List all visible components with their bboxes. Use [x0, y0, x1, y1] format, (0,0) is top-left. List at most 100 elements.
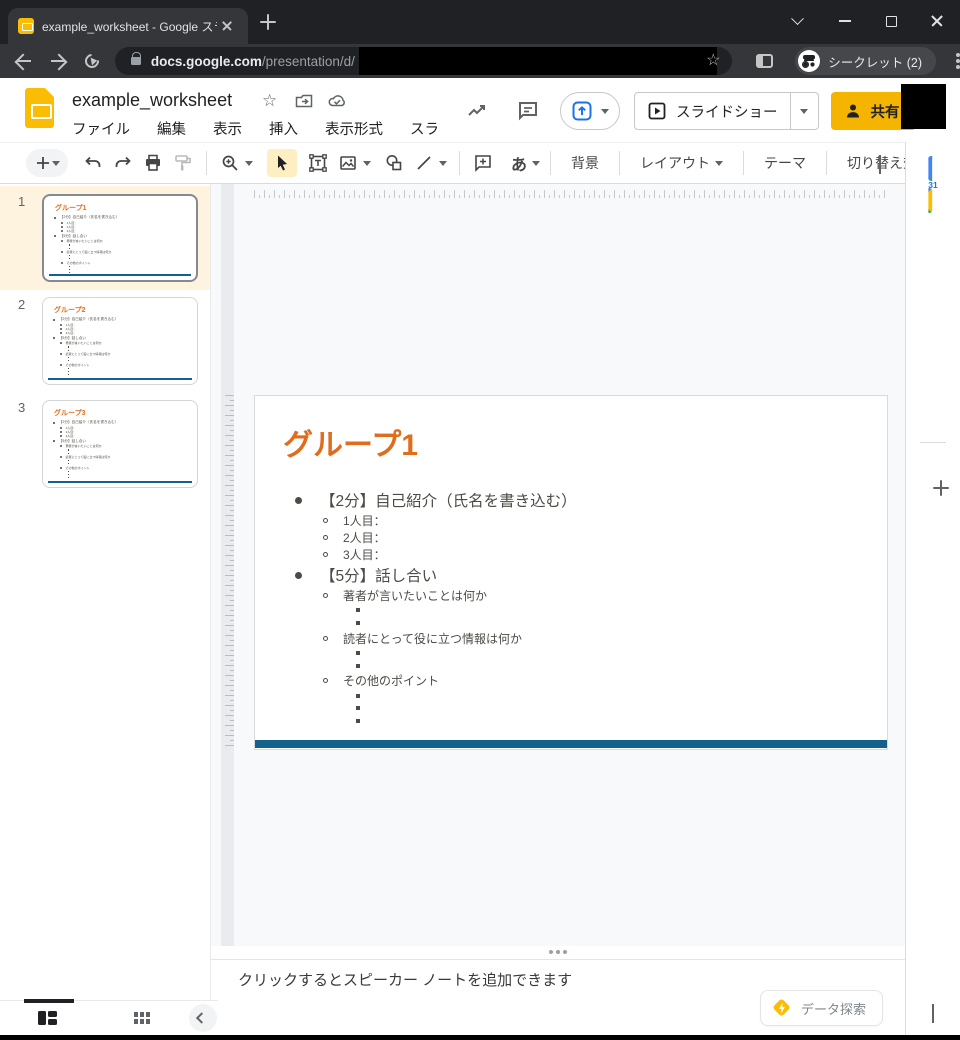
background-button[interactable]: 背景: [559, 153, 611, 173]
grid-view-button[interactable]: [134, 1012, 150, 1024]
menu-view[interactable]: 表示: [213, 118, 242, 142]
explore-icon: [773, 999, 791, 1017]
notes-drag-handle[interactable]: [556, 950, 560, 954]
bullet-item[interactable]: その他のポイント: [255, 672, 887, 689]
avatar[interactable]: [901, 84, 946, 129]
slide-thumbnail-preview: グループ1 【2分】自己紹介（氏名を書き込む）1人目：2人目：3人目：【5分】話…: [42, 194, 198, 282]
maximize-button[interactable]: [876, 8, 906, 34]
slide-thumbnail-1[interactable]: 1 グループ1 【2分】自己紹介（氏名を書き込む）1人目：2人目：3人目：【5分…: [0, 186, 210, 290]
cloud-status-icon[interactable]: [327, 91, 347, 111]
bullet-item[interactable]: [255, 617, 887, 630]
bullet-item[interactable]: 2人目：: [255, 529, 887, 546]
present-button[interactable]: [560, 92, 620, 130]
chevron-down-icon[interactable]: [245, 161, 253, 170]
chevron-down-icon[interactable]: [532, 161, 540, 170]
slide-thumbnail-2[interactable]: 2 グループ2 【2分】自己紹介（氏名を書き込む）1人目：2人目：3人目：【5分…: [0, 289, 210, 393]
move-folder-button[interactable]: [294, 91, 314, 111]
slide-number: 1: [18, 194, 25, 209]
horizontal-ruler: [254, 187, 888, 198]
font-tool-button[interactable]: あ: [506, 149, 532, 177]
address-bar[interactable]: docs.google.com /presentation/d/ ☆: [115, 47, 732, 75]
bullet-marker: [68, 463, 69, 464]
bullet-item[interactable]: 【2分】自己紹介（氏名を書き込む）: [255, 488, 887, 512]
bullet-item[interactable]: [255, 659, 887, 672]
paint-format-button[interactable]: [168, 149, 198, 177]
bullet-item[interactable]: [255, 647, 887, 660]
forward-button[interactable]: [48, 51, 68, 71]
cloud-check-icon: [327, 91, 347, 111]
minimize-button[interactable]: [830, 8, 860, 34]
bullet-item[interactable]: [255, 689, 887, 702]
bullet-text: その他のポイント: [66, 466, 90, 470]
redo-button[interactable]: [108, 149, 138, 177]
menu-slide[interactable]: スライド: [410, 118, 440, 142]
theme-button[interactable]: テーマ: [752, 153, 818, 173]
shape-button[interactable]: [379, 149, 409, 177]
toolbar-separator: [619, 151, 620, 175]
zoom-tool-button[interactable]: [215, 149, 245, 177]
collapse-filmstrip-button[interactable]: [189, 1004, 217, 1032]
image-button[interactable]: [333, 149, 363, 177]
new-slide-button[interactable]: [26, 149, 68, 177]
slideshow-options-button[interactable]: [791, 92, 819, 130]
chevron-down-icon[interactable]: [363, 161, 371, 170]
slide-thumbnail-3[interactable]: 3 グループ3 【2分】自己紹介（氏名を書き込む）1人目：2人目：3人目：【5分…: [0, 392, 210, 496]
calendar-button[interactable]: 31: [928, 160, 937, 210]
lock-icon: [131, 57, 141, 65]
slide-page[interactable]: グループ1 【2分】自己紹介（氏名を書き込む）1人目：2人目：3人目：【5分】話…: [254, 395, 888, 750]
slide-body[interactable]: 【2分】自己紹介（氏名を書き込む）1人目：2人目：3人目：【5分】話し合い著者が…: [255, 488, 887, 728]
slide-title[interactable]: グループ1: [255, 396, 887, 463]
comments-button[interactable]: [516, 99, 540, 123]
comment-add-button[interactable]: [468, 149, 498, 177]
bullet-item[interactable]: 著者が言いたいことは何か: [255, 587, 887, 604]
slideshow-button[interactable]: スライドショー: [634, 92, 791, 130]
tab-search-button[interactable]: [782, 8, 812, 34]
incognito-badge[interactable]: シークレット (2): [795, 47, 936, 75]
bullet-text: 読者にとって役に立つ情報は何か: [66, 455, 111, 459]
bookmark-star-button[interactable]: ☆: [704, 52, 722, 70]
bullet-item[interactable]: 1人目：: [255, 512, 887, 529]
chevron-down-icon[interactable]: [439, 161, 447, 170]
activity-button[interactable]: [465, 99, 489, 123]
bullet-item[interactable]: [255, 604, 887, 617]
close-button[interactable]: [922, 8, 952, 34]
undo-button[interactable]: [78, 149, 108, 177]
browser-menu-button[interactable]: [956, 59, 960, 63]
bullet-marker: [54, 217, 56, 219]
notes-divider: [211, 959, 905, 960]
print-button[interactable]: [138, 149, 168, 177]
bullet-text: 1人目：: [343, 512, 386, 529]
bullet-text: 3人目：: [66, 434, 77, 438]
tab-close-icon[interactable]: [219, 18, 235, 34]
document-title[interactable]: example_worksheet: [72, 90, 232, 111]
filmstrip-view-button[interactable]: [38, 1011, 57, 1025]
side-panel-button[interactable]: [756, 54, 773, 68]
speaker-notes-input[interactable]: クリックするとスピーカー ノートを追加できます: [238, 969, 572, 990]
back-button[interactable]: [14, 51, 34, 71]
line-button[interactable]: [409, 149, 439, 177]
hide-menus-button[interactable]: [879, 157, 893, 167]
menu-edit[interactable]: 編集: [157, 118, 186, 142]
browser-tab[interactable]: example_worksheet - Google スラ: [8, 8, 248, 44]
select-tool-button[interactable]: [267, 149, 297, 177]
reload-button[interactable]: [82, 51, 102, 71]
explore-button[interactable]: データ探索: [760, 990, 883, 1026]
layout-button[interactable]: レイアウト: [628, 153, 735, 173]
slides-logo-icon[interactable]: [25, 88, 54, 128]
textbox-button[interactable]: [303, 149, 333, 177]
app-toolbar: あ 背景 レイアウト テーマ 切り替え効果: [0, 142, 905, 184]
bullet-item[interactable]: 3人目：: [255, 546, 887, 563]
bullet-item[interactable]: 読者にとって役に立つ情報は何か: [255, 630, 887, 647]
menu-format[interactable]: 表示形式: [325, 118, 383, 142]
cursor-icon: [272, 153, 292, 173]
menu-insert[interactable]: 挿入: [269, 118, 298, 142]
new-tab-button[interactable]: [260, 14, 276, 30]
trending-icon: [465, 99, 489, 123]
star-document-button[interactable]: ☆: [262, 91, 282, 111]
bullet-item[interactable]: [255, 715, 887, 728]
bullet-text: 【2分】自己紹介（氏名を書き込む）: [60, 215, 120, 220]
bullet-item[interactable]: [255, 702, 887, 715]
menu-file[interactable]: ファイル: [72, 118, 130, 142]
expand-panel-button[interactable]: [932, 1006, 934, 1024]
bullet-item[interactable]: 【5分】話し合い: [255, 563, 887, 587]
